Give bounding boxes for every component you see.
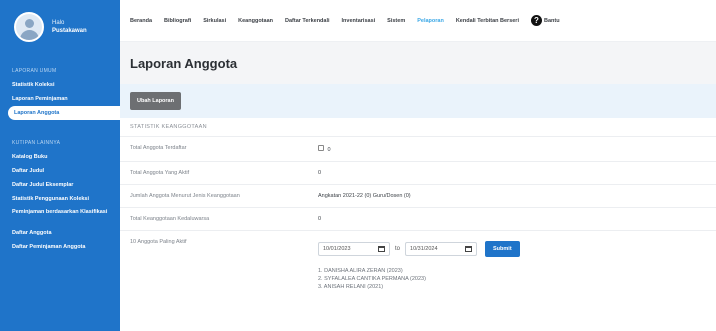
top-members-list: 1. DANISHA ALIRA ZERAN (2023) 2. SYFALAL… — [318, 267, 716, 291]
table-row: 10 Anggota Paling Aktif 10/01/2023 to 10… — [120, 230, 716, 299]
table-row: Total Anggota Yang Aktif 0 — [120, 161, 716, 185]
sidebar-item-member-list[interactable]: Daftar Anggota — [0, 226, 120, 240]
user-greeting: Halo — [52, 20, 65, 26]
list-item: 2. SYFALALEA CANTIKA PERMANA (2023) — [318, 276, 426, 282]
stat-value: Angkatan 2021-22 (0) Guru/Dosen (0) — [318, 184, 716, 208]
date-from-value: 10/01/2023 — [323, 246, 351, 252]
sidebar-item-book-catalog[interactable]: Katalog Buku — [0, 150, 120, 164]
sidebar-heading-reports: LAPORAN UMUM — [12, 68, 57, 74]
main-content: Laporan Anggota Ubah Laporan STATISTIK K… — [120, 42, 716, 331]
change-report-button[interactable]: Ubah Laporan — [130, 92, 181, 110]
sidebar-item-collection-stats[interactable]: Statistik Koleksi — [0, 78, 120, 92]
table-row: Jumlah Anggota Menurut Jenis Keanggotaan… — [120, 184, 716, 208]
action-bar: Ubah Laporan — [120, 84, 716, 118]
stat-value: 0 — [318, 161, 716, 185]
nav-system[interactable]: Sistem — [387, 18, 405, 24]
sidebar-item-member-report[interactable]: Laporan Anggota — [8, 106, 120, 120]
submit-button[interactable]: Submit — [485, 241, 520, 257]
table-row: Total Keanggotaan Kedaluwarsa 0 — [120, 207, 716, 231]
nav-home[interactable]: Beranda — [130, 18, 152, 24]
sidebar-item-title-list[interactable]: Daftar Judul — [0, 164, 120, 178]
sidebar-item-member-loans[interactable]: Daftar Peminjaman Anggota — [0, 240, 120, 254]
sidebar-heading-others: KUTIPAN LAINNYA — [12, 140, 61, 146]
nav-reporting[interactable]: Pelaporan — [417, 18, 444, 24]
stat-label: Total Keanggotaan Kedaluwarsa — [120, 207, 318, 231]
sidebar-item-collection-usage[interactable]: Statistik Penggunaan Koleksi — [0, 192, 120, 206]
nav-bibliography[interactable]: Bibliografi — [164, 18, 191, 24]
sidebar: Halo Pustakawan LAPORAN UMUM Statistik K… — [0, 0, 120, 331]
nav-stock-take[interactable]: Inventarisasi — [342, 18, 376, 24]
stats-table: Total Anggota Terdaftar 0 Total Anggota … — [120, 136, 716, 299]
stat-value: 0 — [318, 136, 716, 162]
nav-master-file[interactable]: Daftar Terkendali — [285, 18, 330, 24]
date-to-input[interactable]: 10/31/2024 — [405, 242, 478, 256]
help-icon[interactable]: ? — [530, 15, 542, 26]
list-item: 1. DANISHA ALIRA ZERAN (2023) — [318, 268, 403, 274]
avatar[interactable] — [14, 12, 44, 42]
list-item: 3. ANISAH RELANI (2021) — [318, 284, 384, 290]
date-separator: to — [395, 246, 401, 252]
nav-membership[interactable]: Keanggotaan — [238, 18, 273, 24]
stat-value-text: 0 — [327, 147, 331, 153]
page-title: Laporan Anggota — [120, 42, 716, 84]
user-name: Pustakawan — [52, 28, 87, 34]
stat-value: 0 — [318, 207, 716, 231]
table-row: Total Anggota Terdaftar 0 — [120, 136, 716, 162]
stat-value: 10/01/2023 to 10/31/2024 Submit 1. DANIS… — [318, 230, 716, 299]
nav-serial-control[interactable]: Kendali Terbitan Berseri — [456, 18, 519, 24]
sidebar-item-loan-report[interactable]: Laporan Peminjaman — [0, 92, 120, 106]
date-range-filter: 10/01/2023 to 10/31/2024 Submit — [318, 241, 716, 257]
sidebar-item-loans-by-class[interactable]: Peminjaman berdasarkan Klasifikasi — [0, 206, 120, 226]
stat-label: 10 Anggota Paling Aktif — [120, 230, 318, 299]
nav-circulation[interactable]: Sirkulasi — [203, 18, 226, 24]
calendar-icon[interactable] — [465, 246, 473, 252]
calendar-icon[interactable] — [378, 246, 385, 252]
stat-value-text: Angkatan 2021-22 (0) Guru/Dosen (0) — [318, 193, 411, 199]
stat-label: Total Anggota Yang Aktif — [120, 161, 318, 185]
stat-label: Jumlah Anggota Menurut Jenis Keanggotaan — [120, 184, 318, 208]
section-title: STATISTIK KEANGGOTAAN — [130, 124, 207, 130]
date-from-input[interactable]: 10/01/2023 — [318, 242, 390, 256]
top-navigation: Beranda Bibliografi Sirkulasi Keanggotaa… — [120, 0, 716, 42]
user-info: Halo Pustakawan — [52, 19, 87, 35]
checkbox-icon — [318, 145, 324, 151]
nav-help[interactable]: Bantu — [544, 18, 560, 24]
user-panel: Halo Pustakawan — [0, 0, 120, 54]
sidebar-item-title-copies[interactable]: Daftar Judul Eksemplar — [0, 178, 120, 192]
stat-label: Total Anggota Terdaftar — [120, 136, 318, 162]
date-to-value: 10/31/2024 — [410, 246, 438, 252]
